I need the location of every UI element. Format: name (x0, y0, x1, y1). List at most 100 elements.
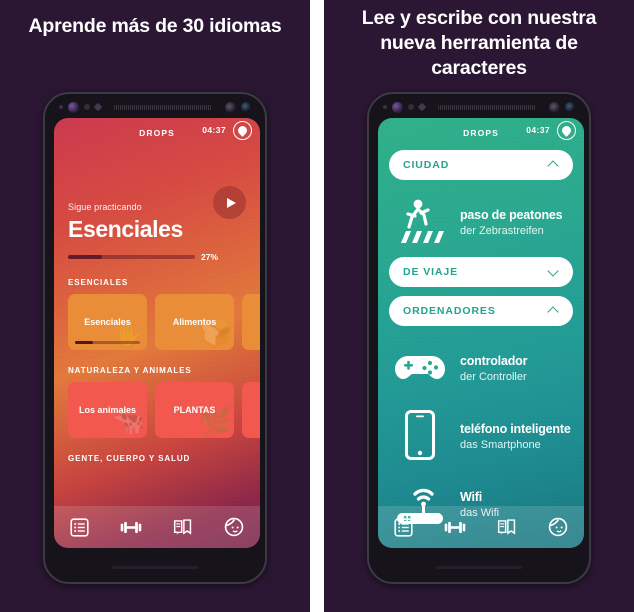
hero-progress-percent: 27% (200, 252, 218, 262)
hero-progress-bar (68, 255, 195, 259)
category-tile-row: ✋ Esenciales 🍞 Alimentos (68, 294, 260, 350)
crosswalk-icon (391, 195, 449, 247)
accordion-label: DE VIAJE (403, 266, 459, 278)
earpiece-speaker-icon (438, 104, 536, 110)
accordion-ciudad[interactable]: CIUDAD (389, 150, 573, 180)
word-term: Wifi (460, 489, 482, 504)
right-headline: Lee y escribe con nuestra nueva herramie… (361, 7, 597, 79)
chevron-up-icon (548, 306, 559, 317)
dictionary-icon (497, 518, 515, 535)
category-tile-row: 🐄 Los animales 🌿 PLANTAS W (68, 382, 260, 438)
app-brand-label: DROPS (463, 128, 499, 138)
word-term: controlador (460, 353, 528, 368)
category-tile[interactable]: ✋ Esenciales (68, 294, 147, 350)
earpiece-speaker-icon (114, 104, 212, 110)
dumbbell-icon (444, 521, 466, 533)
list-icon (70, 517, 89, 537)
category-section-esenciales: ESENCIALES ✋ Esenciales 🍞 Alimentos (54, 278, 260, 350)
word-row[interactable]: controlador der Controller (389, 335, 573, 403)
category-heading: GENTE, CUERPO Y SALUD (68, 454, 191, 463)
hero-progress: 27% (68, 252, 218, 262)
status-time: 04:37 (526, 125, 550, 135)
word-translation: der Zebrastreifen (460, 224, 544, 237)
category-tile[interactable]: W (242, 382, 260, 438)
iris-camera-icon (549, 101, 560, 113)
chevron-up-icon (548, 160, 559, 171)
category-tile[interactable]: 🌿 PLANTAS (155, 382, 234, 438)
gamepad-icon (391, 341, 449, 393)
word-text: teléfono inteligente das Smartphone (460, 420, 571, 451)
category-tile-label: Esenciales (84, 317, 131, 327)
left-phone-frame: DROPS 04:37 Sigue practicando Esenciales… (43, 92, 267, 584)
left-promo-panel: Aprende más de 30 idiomas DROPS 04:37 Si… (0, 0, 310, 612)
category-tile-label: PLANTAS (173, 405, 216, 415)
nav-profile-button[interactable] (545, 515, 572, 540)
word-text: controlador der Controller (460, 352, 571, 383)
left-bottom-nav (54, 506, 260, 548)
right-status-bar: DROPS 04:37 (378, 118, 584, 144)
category-tile[interactable] (242, 294, 260, 350)
word-row[interactable]: paso de peatones der Zebrastreifen (389, 189, 573, 257)
category-heading: ESENCIALES (68, 278, 129, 287)
right-phone-screen: DROPS 04:37 CIUDAD paso de peatones der … (378, 118, 584, 548)
category-tile[interactable]: 🍞 Alimentos (155, 294, 234, 350)
drop-logo-icon[interactable] (233, 121, 252, 140)
category-tile-label: Los animales (78, 405, 137, 415)
category-tile[interactable]: 🐄 Los animales (68, 382, 147, 438)
left-status-bar: DROPS 04:37 (54, 118, 260, 144)
nav-list-button[interactable] (66, 515, 93, 540)
iris-sensor-icon (68, 101, 79, 113)
light-sensor-icon (417, 102, 427, 112)
nav-profile-button[interactable] (221, 515, 248, 540)
front-camera-icon (565, 102, 575, 112)
accordion-label: CIUDAD (403, 159, 450, 171)
hero-title: Esenciales (68, 216, 183, 242)
light-sensor-icon (93, 102, 103, 112)
word-text: paso de peatones der Zebrastreifen (460, 206, 571, 237)
word-group-list: CIUDAD paso de peatones der Zebrastreife… (378, 144, 584, 539)
profile-face-icon (224, 517, 244, 537)
right-promo-panel: Lee y escribe con nuestra nueva herramie… (324, 0, 634, 612)
app-brand-label: DROPS (139, 128, 175, 138)
proximity-sensor-icon (408, 104, 414, 110)
word-translation: der Controller (460, 370, 527, 383)
category-tile-progress (75, 341, 140, 344)
promo-screenshot: Aprende más de 30 idiomas DROPS 04:37 Si… (0, 0, 634, 612)
category-section-naturaleza: NATURALEZA Y ANIMALES 🐄 Los animales 🌿 P… (54, 366, 260, 438)
left-headline: Aprende más de 30 idiomas (28, 15, 282, 37)
category-tile-label: Alimentos (172, 317, 217, 327)
right-bottom-nav (378, 506, 584, 548)
play-icon (226, 197, 236, 208)
word-translation: das Smartphone (460, 438, 541, 451)
nav-practice-button[interactable] (442, 515, 469, 540)
nav-dictionary-button[interactable] (493, 515, 520, 540)
accordion-de-viaje[interactable]: DE VIAJE (389, 257, 573, 287)
iris-camera-icon (225, 101, 236, 113)
chevron-down-icon (548, 267, 559, 278)
category-section-gente: GENTE, CUERPO Y SALUD (54, 454, 260, 463)
continue-learning-hero: Sigue practicando Esenciales 27% (54, 144, 260, 262)
home-indicator (112, 566, 198, 569)
front-camera-icon (241, 102, 251, 112)
profile-face-icon (548, 517, 568, 537)
word-row[interactable]: teléfono inteligente das Smartphone (389, 403, 573, 471)
sensor-dot-icon (383, 105, 387, 109)
nav-practice-button[interactable] (118, 515, 145, 540)
word-term: paso de peatones (460, 207, 563, 222)
nav-list-button[interactable] (390, 515, 417, 540)
dumbbell-icon (120, 521, 142, 533)
list-icon (394, 517, 413, 537)
right-phone-frame: DROPS 04:37 CIUDAD paso de peatones der … (367, 92, 591, 584)
status-time: 04:37 (202, 125, 226, 135)
nav-dictionary-button[interactable] (169, 515, 196, 540)
accordion-ordenadores[interactable]: ORDENADORES (389, 296, 573, 326)
category-heading: NATURALEZA Y ANIMALES (68, 366, 192, 375)
smartphone-icon (391, 409, 449, 461)
proximity-sensor-icon (84, 104, 90, 110)
dictionary-icon (173, 518, 191, 535)
sensor-dot-icon (59, 105, 63, 109)
iris-sensor-icon (392, 101, 403, 113)
drop-logo-icon[interactable] (557, 121, 576, 140)
phone-top-bezel (59, 100, 251, 114)
play-button[interactable] (213, 186, 246, 219)
